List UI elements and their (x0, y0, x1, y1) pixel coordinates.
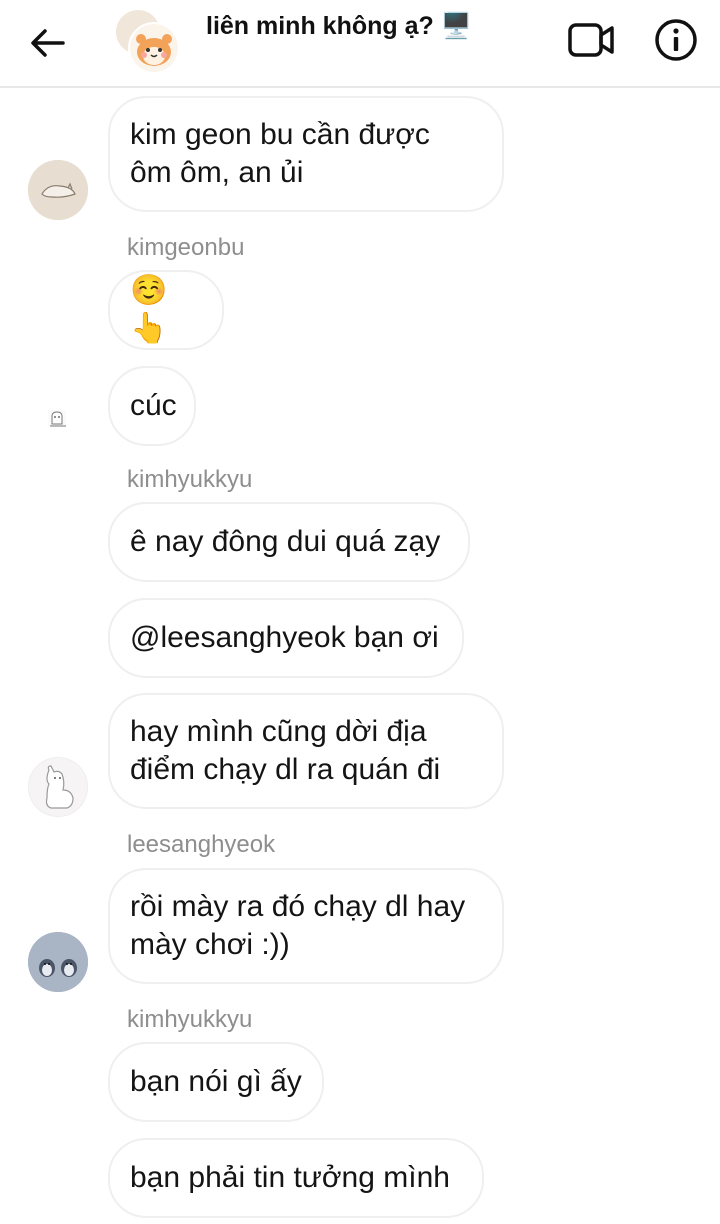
chat-title[interactable]: liên minh không ạ? 🖥️ (206, 12, 472, 41)
message-text: bạn phải tin tưởng mình (130, 1161, 450, 1194)
message-bubble[interactable]: cúc (108, 366, 196, 446)
sender-name: kimhyukkyu (127, 1006, 253, 1033)
penguins-avatar[interactable] (28, 932, 88, 992)
message-text: ☺️👆 (130, 274, 168, 345)
message-bubble[interactable]: bạn nói gì ấy (108, 1042, 324, 1122)
sender-name: kimhyukkyu (127, 466, 253, 493)
chat-header: liên minh không ạ? 🖥️ (0, 0, 720, 88)
sender-name: leesanghyeok (127, 831, 276, 858)
message-bubble[interactable]: ê nay đông dui quá zạy (108, 502, 470, 582)
group-avatar[interactable] (114, 10, 180, 74)
message-text: @leesanghyeok bạn ơi (130, 621, 439, 654)
back-arrow-icon[interactable] (24, 20, 70, 66)
message-bubble[interactable]: ☺️👆 (108, 270, 224, 350)
message-text: rồi mày ra đó chạy dl hay mày chơi :)) (130, 890, 466, 961)
sender-name: kimgeonbu (127, 234, 245, 261)
cat-sketch-avatar[interactable] (28, 160, 88, 220)
message-text: kim geon bu cần được ôm ôm, an ủi (130, 118, 430, 189)
message-text: bạn nói gì ấy (130, 1065, 302, 1098)
message-bubble[interactable]: kim geon bu cần được ôm ôm, an ủi (108, 96, 504, 212)
alpaca-avatar[interactable] (28, 757, 88, 817)
message-bubble[interactable]: hay mình cũng dời địa điểm chạy dl ra qu… (108, 693, 504, 809)
message-text: ê nay đông dui quá zạy (130, 525, 441, 558)
small-dog-avatar[interactable] (46, 406, 70, 430)
video-call-icon[interactable] (566, 18, 616, 62)
message-bubble[interactable]: @leesanghyeok bạn ơi (108, 598, 464, 678)
message-bubble[interactable]: rồi mày ra đó chạy dl hay mày chơi :)) (108, 868, 504, 984)
info-icon[interactable] (652, 16, 700, 64)
message-text: hay mình cũng dời địa điểm chạy dl ra qu… (130, 715, 441, 786)
message-text: cúc (130, 389, 177, 422)
hamster-avatar (128, 22, 180, 74)
message-bubble[interactable]: bạn phải tin tưởng mình (108, 1138, 484, 1218)
